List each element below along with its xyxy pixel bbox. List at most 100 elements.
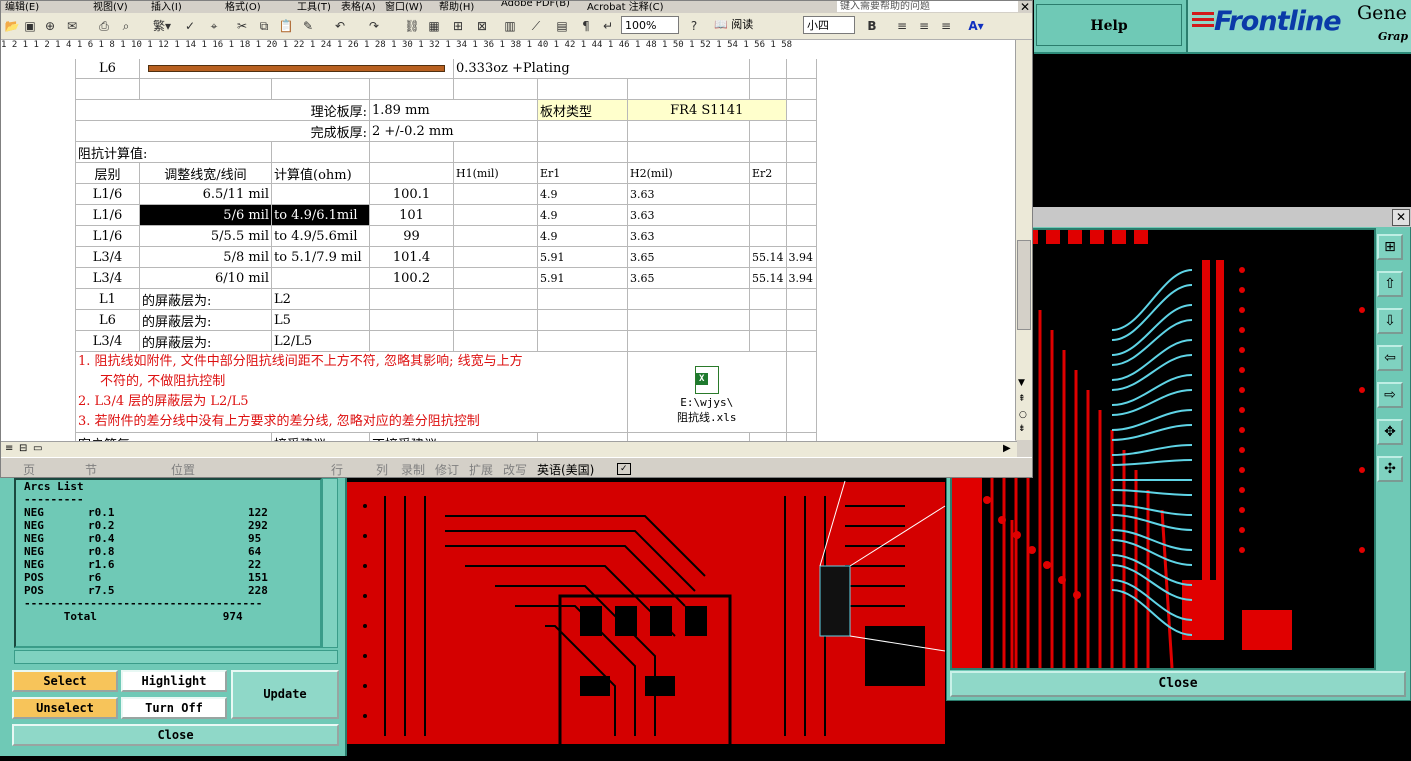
insert-excel-icon[interactable]: ⊠ <box>473 17 491 35</box>
report-vertical-scrollbar[interactable] <box>322 478 338 648</box>
paragraph-mark-icon[interactable]: ↵ <box>599 17 617 35</box>
traditional-chinese-icon[interactable]: 繁▾ <box>145 17 179 35</box>
menu-table[interactable]: 表格(A) <box>341 1 376 13</box>
excel-file-icon[interactable]: X <box>694 366 719 394</box>
pcb-canvas[interactable] <box>345 476 960 749</box>
align-center-icon[interactable]: ≡ <box>915 17 933 35</box>
spelling-status-icon[interactable]: ✓ <box>617 463 631 475</box>
bold-icon[interactable]: B <box>863 17 881 35</box>
zoom-window-close-x-icon[interactable]: ✕ <box>1392 209 1410 226</box>
layer-up-icon[interactable]: ⇧ <box>1377 271 1403 297</box>
thickness-value: 1.89 mm <box>369 99 538 121</box>
document-area[interactable]: L6 0.333oz +Plating 理论板厚: 1.89 mm 板材类型 F… <box>1 59 1015 441</box>
report-count: 122 <box>248 506 268 519</box>
scroll-thumb[interactable] <box>1017 240 1031 330</box>
research-icon[interactable]: ⌖ <box>205 17 223 35</box>
help-icon[interactable]: ? <box>685 17 703 35</box>
font-size-combo[interactable]: 小四 <box>803 16 855 34</box>
document-map-icon[interactable]: ▤ <box>553 17 571 35</box>
menu-adobe-pdf[interactable]: Adobe PDF(B) <box>501 1 570 9</box>
email-icon[interactable]: ✉ <box>63 17 81 35</box>
document-horizontal-scrollbar[interactable]: ≡ ⊟ ▭ ▶ <box>1 441 1017 458</box>
turn-off-button[interactable]: Turn Off <box>121 697 227 719</box>
zoom-in-icon[interactable]: ✥ <box>1377 419 1403 445</box>
cell-blank <box>627 288 750 310</box>
window-close-icon[interactable]: ✕ <box>1018 1 1032 13</box>
horizontal-ruler[interactable]: 1 2 1 1 2 1 4 1 6 1 8 1 10 1 12 1 14 1 1… <box>1 40 1019 60</box>
scroll-down-icon[interactable]: ▼ <box>1018 378 1025 388</box>
browse-object-icon[interactable]: ○ <box>1019 410 1027 420</box>
normal-view-icon[interactable]: ≡ <box>5 443 13 454</box>
format-painter-icon[interactable]: ✎ <box>299 17 317 35</box>
zoom-combo[interactable]: 100% <box>621 16 679 34</box>
status-record[interactable]: 录制 <box>401 461 425 477</box>
read-mode-button[interactable]: 📖 阅读 <box>714 16 784 34</box>
print-preview-icon[interactable]: ⌕ <box>117 17 135 35</box>
scroll-right-icon[interactable]: ▶ <box>1003 443 1011 454</box>
attachment-cell[interactable]: X E:\wjys\ 阻抗线.xls <box>627 351 787 433</box>
save-icon[interactable]: ▣ <box>21 17 39 35</box>
report-count: 22 <box>248 558 262 571</box>
menu-format[interactable]: 格式(O) <box>225 1 261 13</box>
highlight-button[interactable]: Highlight <box>121 670 227 692</box>
status-language[interactable]: 英语(美国) <box>537 461 594 477</box>
drawing-icon[interactable]: ⟋ <box>527 17 545 35</box>
cut-icon[interactable]: ✂ <box>233 17 251 35</box>
cell-layer: L3/4 <box>75 267 140 289</box>
menu-window[interactable]: 窗口(W) <box>385 1 423 13</box>
open-icon[interactable]: 📂 <box>3 17 21 35</box>
menu-acrobat-comment[interactable]: Acrobat 注释(C) <box>587 1 664 13</box>
material-value: FR4 S1141 <box>627 99 787 121</box>
prev-page-icon[interactable]: ⇞ <box>1018 394 1026 404</box>
copy-icon[interactable]: ⧉ <box>255 17 273 35</box>
status-overtype[interactable]: 改写 <box>503 461 527 477</box>
pan-left-icon[interactable]: ⇦ <box>1377 345 1403 371</box>
menu-tools[interactable]: 工具(T) <box>297 1 331 13</box>
spelling-icon[interactable]: ✓ <box>181 17 199 35</box>
redo-icon[interactable]: ↷ <box>365 17 383 35</box>
report-row: POS r7.5 228 <box>24 584 268 597</box>
select-button[interactable]: Select <box>12 670 118 692</box>
next-page-icon[interactable]: ⇟ <box>1018 424 1026 434</box>
columns-icon[interactable]: ▥ <box>501 17 519 35</box>
menu-view[interactable]: 视图(V) <box>93 1 128 13</box>
help-button[interactable]: Help <box>1036 4 1182 46</box>
unselect-button[interactable]: Unselect <box>12 697 118 719</box>
report-text-area[interactable]: Arcs List --------- NEG r0.1 122 NEG r0.2 29… <box>14 478 322 648</box>
report-close-button[interactable]: Close <box>12 724 339 746</box>
report-horizontal-scrollbar[interactable] <box>14 650 338 664</box>
menu-help[interactable]: 帮助(H) <box>439 1 474 13</box>
paste-icon[interactable]: 📋 <box>277 17 295 35</box>
permission-icon[interactable]: ⊕ <box>41 17 59 35</box>
align-right-icon[interactable]: ≡ <box>937 17 955 35</box>
zoom-window-close-button[interactable]: Close <box>950 671 1406 697</box>
frontline-logo-text: Frontline <box>1214 6 1342 37</box>
cell-width: 6.5/11 mil <box>139 183 272 205</box>
pan-right-icon[interactable]: ⇨ <box>1377 382 1403 408</box>
show-hide-icon[interactable]: ¶ <box>577 17 595 35</box>
menu-edit[interactable]: 编辑(E) <box>5 1 39 13</box>
hyperlink-icon[interactable]: ⛓ <box>403 17 421 35</box>
insert-table-icon[interactable]: ⊞ <box>449 17 467 35</box>
menu-insert[interactable]: 插入(I) <box>151 1 182 13</box>
print-icon[interactable]: ⎙ <box>95 17 113 35</box>
finished-value: 2 +/-0.2 mm <box>369 120 538 142</box>
shield-value: L2 <box>271 288 370 310</box>
layer-down-icon[interactable]: ⇩ <box>1377 308 1403 334</box>
note-1-cont: 不符的, 不做阻抗控制 <box>100 374 226 389</box>
align-left-icon[interactable]: ≡ <box>893 17 911 35</box>
status-extend[interactable]: 扩展 <box>469 461 493 477</box>
print-view-icon[interactable]: ▭ <box>33 443 42 454</box>
status-track-changes[interactable]: 修订 <box>435 461 459 477</box>
table-row: 阻抗计算值: <box>75 141 817 163</box>
cell-h2: 55.14 <box>749 246 787 268</box>
zoom-out-icon[interactable]: ✣ <box>1377 456 1403 482</box>
undo-icon[interactable]: ↶ <box>331 17 349 35</box>
tables-borders-icon[interactable]: ▦ <box>425 17 443 35</box>
document-vertical-scrollbar[interactable]: ▼ ⇞ ○ ⇟ <box>1015 40 1032 440</box>
update-button[interactable]: Update <box>231 670 339 719</box>
zoom-fit-icon[interactable]: ⊞ <box>1377 234 1403 260</box>
help-search-input[interactable]: 键入需要帮助的问题 <box>837 1 1022 12</box>
web-view-icon[interactable]: ⊟ <box>19 443 27 454</box>
font-color-icon[interactable]: A▾ <box>967 17 985 35</box>
